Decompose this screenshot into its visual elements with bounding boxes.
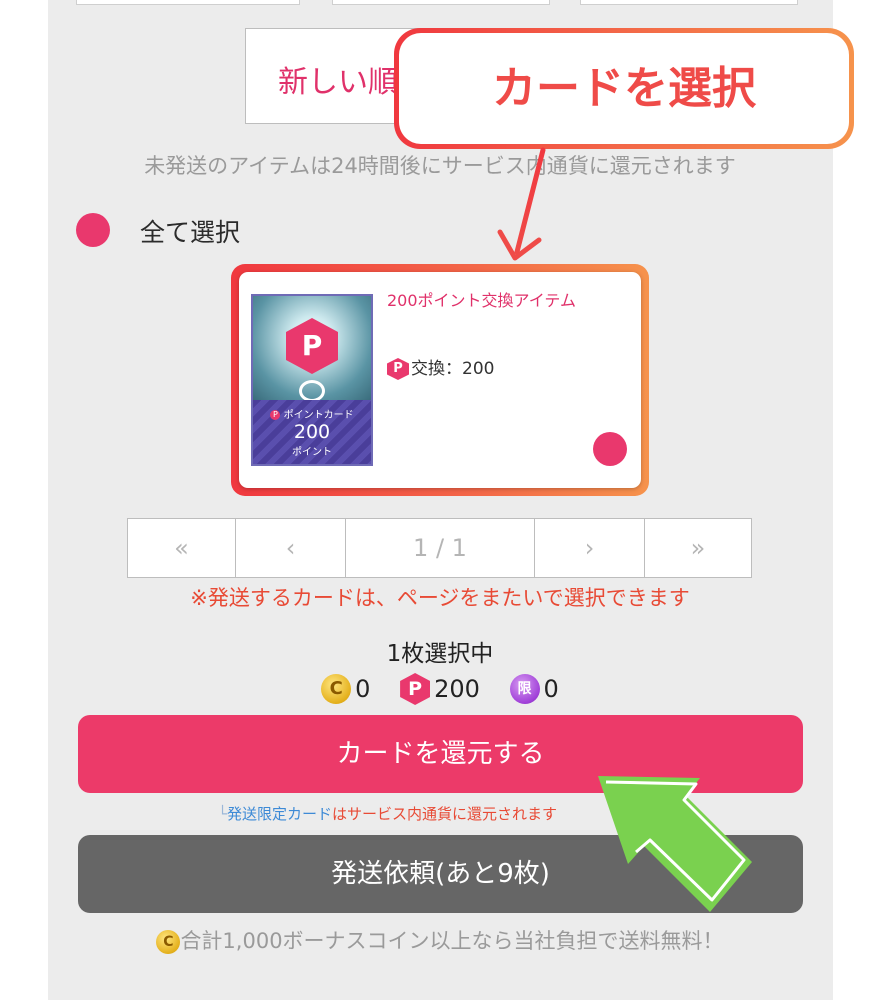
pointer-arrow-icon: [598, 776, 752, 912]
